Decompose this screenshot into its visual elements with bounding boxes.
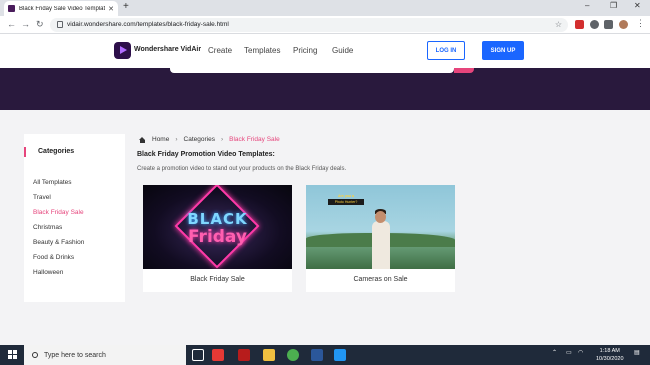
template-search-button[interactable] xyxy=(454,68,474,73)
thumbnail-label-box: Photo Hunter? xyxy=(328,199,364,205)
cameras-thumbnail[interactable]: Are you a Photo Hunter? xyxy=(306,185,455,269)
tray-chevron-up-icon[interactable]: ⌃ xyxy=(552,349,557,356)
signup-button[interactable]: SIGN UP xyxy=(482,41,524,60)
tab-title: Black Friday Sale Video Templates xyxy=(19,5,106,12)
url-text[interactable]: vidair.wondershare.com/templates/black-f… xyxy=(67,21,229,28)
vidair-logo-icon[interactable] xyxy=(114,42,131,59)
windows-taskbar: Type here to search ⌃ ▭ ◠ 1:18 AM 10/30/… xyxy=(0,345,650,365)
card-caption[interactable]: Black Friday Sale xyxy=(143,276,292,283)
notifications-icon[interactable]: ▤ xyxy=(634,349,640,356)
taskbar-search-placeholder: Type here to search xyxy=(44,351,106,359)
tab-strip: Black Friday Sale Video Templates ✕ + – … xyxy=(0,0,650,16)
thumbnail-text-friday: Friday xyxy=(188,227,247,247)
chevron-right-icon: › xyxy=(175,136,178,143)
thumbnail-text-black: BLACK xyxy=(187,210,248,228)
app-m-icon[interactable] xyxy=(212,349,224,361)
search-icon xyxy=(32,352,38,358)
windows-start-icon[interactable] xyxy=(8,350,18,360)
template-card-black-friday[interactable]: BLACK Friday Black Friday Sale xyxy=(143,185,292,292)
categories-sidebar: Categories All Templates Travel Black Fr… xyxy=(24,134,125,302)
minimize-button[interactable]: – xyxy=(585,1,589,10)
chevron-right-icon: › xyxy=(220,136,224,143)
nav-templates[interactable]: Templates xyxy=(244,46,280,55)
reload-icon[interactable]: ↻ xyxy=(36,19,44,30)
browser-menu-icon[interactable]: ⋮ xyxy=(636,18,645,29)
nav-guide[interactable]: Guide xyxy=(332,46,353,55)
browser-window: Black Friday Sale Video Templates ✕ + – … xyxy=(0,0,650,365)
nav-create[interactable]: Create xyxy=(208,46,232,55)
extensions-puzzle-icon[interactable] xyxy=(590,20,599,29)
card-caption[interactable]: Cameras on Sale xyxy=(306,276,455,283)
sidebar-item-black-friday-sale[interactable]: Black Friday Sale xyxy=(33,209,84,216)
clock-date: 10/30/2020 xyxy=(596,356,624,362)
sidebar-item-food-drinks[interactable]: Food & Drinks xyxy=(33,254,74,261)
breadcrumb: Home › Categories › Black Friday Sale xyxy=(139,136,280,143)
address-bar[interactable]: vidair.wondershare.com/templates/black-f… xyxy=(50,18,568,32)
word-icon[interactable] xyxy=(311,349,323,361)
browser-toolbar: ← → ↻ vidair.wondershare.com/templates/b… xyxy=(0,16,650,34)
page-subtitle: Create a promotion video to stand out yo… xyxy=(137,166,347,172)
battery-icon[interactable]: ▭ xyxy=(566,349,572,356)
vidair-favicon-icon xyxy=(8,5,15,12)
browser-tab[interactable]: Black Friday Sale Video Templates ✕ xyxy=(4,1,118,16)
breadcrumb-home[interactable]: Home xyxy=(152,136,169,143)
chrome-icon[interactable] xyxy=(287,349,299,361)
sidebar-item-travel[interactable]: Travel xyxy=(33,194,51,201)
template-card-cameras[interactable]: Are you a Photo Hunter? Cameras on Sale xyxy=(306,185,455,292)
profile-avatar-icon[interactable] xyxy=(619,20,628,29)
breadcrumb-current: Black Friday Sale xyxy=(229,136,280,143)
login-button[interactable]: LOG IN xyxy=(427,41,465,60)
black-friday-thumbnail[interactable]: BLACK Friday xyxy=(143,185,292,269)
brand-name[interactable]: Wondershare VidAir xyxy=(134,46,201,53)
file-explorer-icon[interactable] xyxy=(263,349,275,361)
hero-banner xyxy=(0,68,650,110)
maximize-button[interactable]: ❐ xyxy=(610,1,617,10)
breadcrumb-categories[interactable]: Categories xyxy=(184,136,215,143)
clock-time: 1:18 AM xyxy=(599,348,620,354)
categories-title: Categories xyxy=(38,148,75,155)
home-icon[interactable] xyxy=(139,136,146,143)
close-window-button[interactable]: ✕ xyxy=(634,1,641,10)
sidebar-item-all-templates[interactable]: All Templates xyxy=(33,179,72,186)
lock-icon xyxy=(57,21,63,28)
photos-icon[interactable] xyxy=(334,349,346,361)
forward-icon[interactable]: → xyxy=(21,19,30,29)
person-head-shape xyxy=(375,211,386,223)
page-title: Black Friday Promotion Video Templates: xyxy=(137,151,275,158)
media-icon[interactable] xyxy=(604,20,613,29)
sidebar-item-beauty-fashion[interactable]: Beauty & Fashion xyxy=(33,239,84,246)
network-icon[interactable]: ◠ xyxy=(578,349,583,356)
extension-icon[interactable] xyxy=(575,20,584,29)
taskbar-clock[interactable]: 1:18 AM 10/30/2020 xyxy=(596,347,624,363)
back-icon[interactable]: ← xyxy=(7,19,16,29)
categories-heading: Categories xyxy=(24,147,125,157)
task-view-icon[interactable] xyxy=(192,349,204,361)
new-tab-button[interactable]: + xyxy=(123,1,129,12)
site-header: Wondershare VidAir Create Templates Pric… xyxy=(0,34,650,68)
thumbnail-text-question: Are you a xyxy=(338,194,354,198)
thumbnail-text-hunter: Photo Hunter? xyxy=(334,200,358,204)
sidebar-item-christmas[interactable]: Christmas xyxy=(33,224,62,231)
netflix-icon[interactable] xyxy=(238,349,250,361)
heading-accent-bar xyxy=(24,147,26,157)
person-body-shape xyxy=(372,221,390,269)
sidebar-item-halloween[interactable]: Halloween xyxy=(33,269,63,276)
tab-close-icon[interactable]: ✕ xyxy=(108,5,114,13)
taskbar-search-box[interactable]: Type here to search xyxy=(24,345,186,365)
nav-pricing[interactable]: Pricing xyxy=(293,46,317,55)
bookmark-star-icon[interactable]: ☆ xyxy=(555,20,562,29)
template-search-input[interactable] xyxy=(170,68,454,73)
